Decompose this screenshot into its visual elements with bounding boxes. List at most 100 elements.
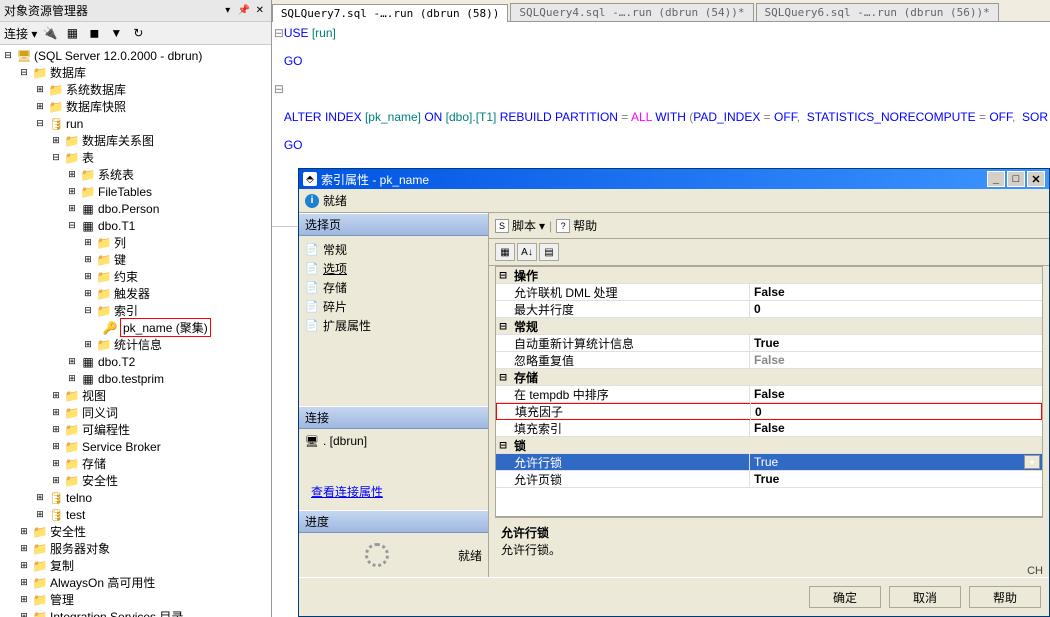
tab-sqlquery6[interactable]: SQLQuery6.sql -….run (dbrun (56))* [756, 3, 999, 21]
tree-keys[interactable]: 键 [114, 251, 126, 268]
tree-synonyms[interactable]: 同义词 [82, 404, 118, 421]
expand-icon[interactable]: ⊞ [82, 254, 94, 266]
expand-icon[interactable]: ⊞ [66, 186, 78, 198]
script-button[interactable]: S脚本 ▾ [495, 217, 545, 234]
collapse-icon[interactable]: ⊟ [496, 319, 510, 333]
tree-servicebroker[interactable]: Service Broker [82, 440, 161, 454]
tree-t2[interactable]: dbo.T2 [98, 355, 135, 369]
maximize-button[interactable]: □ [1007, 171, 1025, 187]
tree-person[interactable]: dbo.Person [98, 202, 159, 216]
tree-server[interactable]: (SQL Server 12.0.2000 - dbrun) [34, 49, 202, 63]
tree-run-db[interactable]: run [66, 117, 83, 131]
prop-padindex-value[interactable]: False [750, 421, 1042, 435]
tree-snapshot[interactable]: 数据库快照 [66, 98, 126, 115]
minimize-button[interactable]: _ [987, 171, 1005, 187]
prop-autorecompute-value[interactable]: True [750, 336, 1042, 350]
expand-icon[interactable]: ⊞ [82, 271, 94, 283]
expand-icon[interactable]: ⊞ [34, 492, 46, 504]
collapse-icon[interactable]: ⊟ [50, 152, 62, 164]
alphabetical-button[interactable]: A↓ [517, 243, 537, 261]
stop-icon[interactable]: ◼ [85, 24, 103, 42]
prop-sorttempdb[interactable]: 在 tempdb 中排序 [510, 386, 750, 403]
tree-serverobjects[interactable]: 服务器对象 [50, 540, 110, 557]
expand-icon[interactable]: ⊞ [18, 543, 30, 555]
tree-storage[interactable]: 存储 [82, 455, 106, 472]
collapse-icon[interactable]: ⊟ [82, 305, 94, 317]
page-extended[interactable]: 📄扩展属性 [305, 316, 482, 335]
close-icon[interactable]: ✕ [253, 4, 267, 18]
tree-pkname[interactable]: pk_name (聚集) [120, 318, 211, 337]
expand-icon[interactable]: ⊞ [18, 560, 30, 572]
page-options[interactable]: 📄选项 [305, 259, 482, 278]
tree-indexes[interactable]: 索引 [114, 302, 138, 319]
expand-icon[interactable]: ⊞ [50, 135, 62, 147]
tree-constraints[interactable]: 约束 [114, 268, 138, 285]
page-fragments[interactable]: 📄碎片 [305, 297, 482, 316]
tab-sqlquery7[interactable]: SQLQuery7.sql -….run (dbrun (58)) [272, 4, 509, 22]
expand-icon[interactable]: ⊞ [18, 526, 30, 538]
prop-pagelock[interactable]: 允许页锁 [510, 471, 750, 488]
prop-padindex[interactable]: 填充索引 [510, 420, 750, 437]
pin-icon[interactable]: 📌 [237, 4, 251, 18]
expand-icon[interactable]: ⊞ [50, 458, 62, 470]
expand-icon[interactable]: ⊞ [50, 424, 62, 436]
expand-icon[interactable]: ⊞ [82, 339, 94, 351]
tree-t1[interactable]: dbo.T1 [98, 219, 135, 233]
tree-sysdb[interactable]: 系统数据库 [66, 81, 126, 98]
expand-icon[interactable]: ⊞ [82, 237, 94, 249]
prop-max-dop[interactable]: 最大并行度 [510, 301, 750, 318]
tree-stats[interactable]: 统计信息 [114, 336, 162, 353]
tree-integration[interactable]: Integration Services 目录 [50, 608, 183, 617]
dialog-titlebar[interactable]: ⬘ 索引属性 - pk_name _ □ ✕ [299, 169, 1049, 189]
connect-icon[interactable]: 🔌 [41, 24, 59, 42]
collapse-icon[interactable]: ⊟ [496, 370, 510, 384]
expand-icon[interactable]: ⊞ [66, 373, 78, 385]
tree-tables[interactable]: 表 [82, 149, 94, 166]
collapse-icon[interactable]: ⊟ [496, 268, 510, 282]
expand-icon[interactable]: ⊞ [34, 84, 46, 96]
tab-sqlquery4[interactable]: SQLQuery4.sql -….run (dbrun (54))* [510, 3, 753, 21]
expand-icon[interactable]: ⊞ [50, 475, 62, 487]
expand-icon[interactable]: ⊞ [66, 203, 78, 215]
tree-replication[interactable]: 复制 [50, 557, 74, 574]
help-button[interactable]: ?帮助 [556, 217, 597, 234]
prop-pagelock-value[interactable]: True [750, 472, 1042, 486]
tree-testprim[interactable]: dbo.testprim [98, 372, 164, 386]
expand-icon[interactable]: ⊞ [34, 509, 46, 521]
cancel-button[interactable]: 取消 [889, 586, 961, 608]
prop-autorecompute[interactable]: 自动重新计算统计信息 [510, 335, 750, 352]
tree-databases[interactable]: 数据库 [50, 64, 86, 81]
prop-sorttempdb-value[interactable]: False [750, 387, 1042, 401]
prop-max-dop-value[interactable]: 0 [750, 302, 1042, 316]
collapse-icon[interactable]: ⊟ [496, 438, 510, 452]
expand-icon[interactable]: ⊞ [18, 594, 30, 606]
connect-button[interactable]: 连接 ▾ [4, 25, 37, 42]
prop-rowlock-value[interactable]: True▾ [750, 455, 1042, 469]
tree-security[interactable]: 安全性 [82, 472, 118, 489]
prop-fillfactor-value[interactable]: 0 [751, 405, 1041, 419]
collapse-icon[interactable]: ⊟ [34, 118, 46, 130]
prop-online-dml[interactable]: 允许联机 DML 处理 [510, 284, 750, 301]
expand-icon[interactable]: ⊞ [66, 356, 78, 368]
prop-ignoredup-value[interactable]: False [750, 353, 1042, 367]
prop-ignoredup[interactable]: 忽略重复值 [510, 352, 750, 369]
object-explorer-tree[interactable]: ⊟🖥(SQL Server 12.0.2000 - dbrun) ⊟📁数据库 ⊞… [0, 45, 271, 617]
tree-programmability[interactable]: 可编程性 [82, 421, 130, 438]
tree-test[interactable]: test [66, 508, 85, 522]
expand-icon[interactable]: ⊞ [18, 577, 30, 589]
tree-security2[interactable]: 安全性 [50, 523, 86, 540]
prop-online-dml-value[interactable]: False [750, 285, 1042, 299]
tree-diagrams[interactable]: 数据库关系图 [82, 132, 154, 149]
filter-icon[interactable]: ▼ [107, 24, 125, 42]
tree-filetables[interactable]: FileTables [98, 185, 152, 199]
prop-rowlock[interactable]: 允许行锁 [510, 454, 750, 471]
collapse-icon[interactable]: ⊟ [2, 50, 14, 62]
view-connection-link[interactable]: 查看连接属性 [311, 483, 383, 500]
tree-triggers[interactable]: 触发器 [114, 285, 150, 302]
tree-views[interactable]: 视图 [82, 387, 106, 404]
expand-icon[interactable]: ⊞ [50, 407, 62, 419]
page-storage[interactable]: 📄存储 [305, 278, 482, 297]
expand-icon[interactable]: ⊞ [34, 101, 46, 113]
prop-fillfactor[interactable]: 填充因子 [511, 403, 751, 420]
tree-systables[interactable]: 系统表 [98, 166, 134, 183]
